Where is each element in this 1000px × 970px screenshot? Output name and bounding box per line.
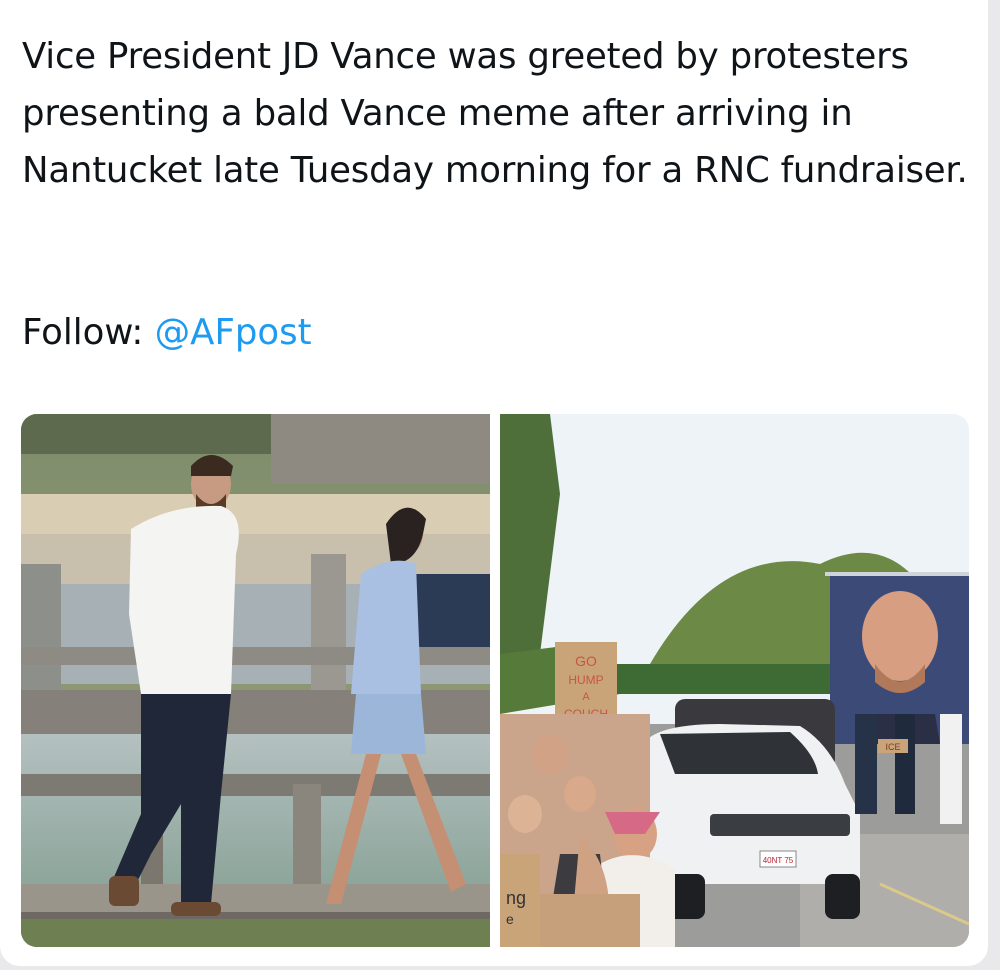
protest-crowd-image: GO HUMP A COUCH 40NT 75 ICE (500, 414, 969, 947)
media-grid: GO HUMP A COUCH 40NT 75 ICE (21, 414, 969, 947)
sign-ice: ICE (885, 742, 900, 752)
sign-a: A (582, 691, 590, 703)
post-card: Vice President JD Vance was greeted by p… (0, 0, 988, 966)
post-text: Vice President JD Vance was greeted by p… (22, 36, 968, 191)
sign-go: GO (575, 653, 597, 669)
follow-line: Follow: @AFpost (22, 304, 312, 361)
follow-label: Follow: (22, 312, 144, 353)
photo-dock-walk[interactable] (21, 414, 490, 947)
sign-partial-e: e (506, 911, 514, 927)
scrollbar-track[interactable] (988, 0, 1000, 970)
dock-walk-image (21, 414, 490, 947)
sign-hump: HUMP (568, 673, 603, 687)
sign-partial-ng: ng (506, 888, 526, 908)
license-plate: 40NT 75 (763, 856, 794, 865)
photo-protest-crowd[interactable]: GO HUMP A COUCH 40NT 75 ICE (500, 414, 969, 947)
afpost-handle-link[interactable]: @AFpost (155, 312, 312, 353)
